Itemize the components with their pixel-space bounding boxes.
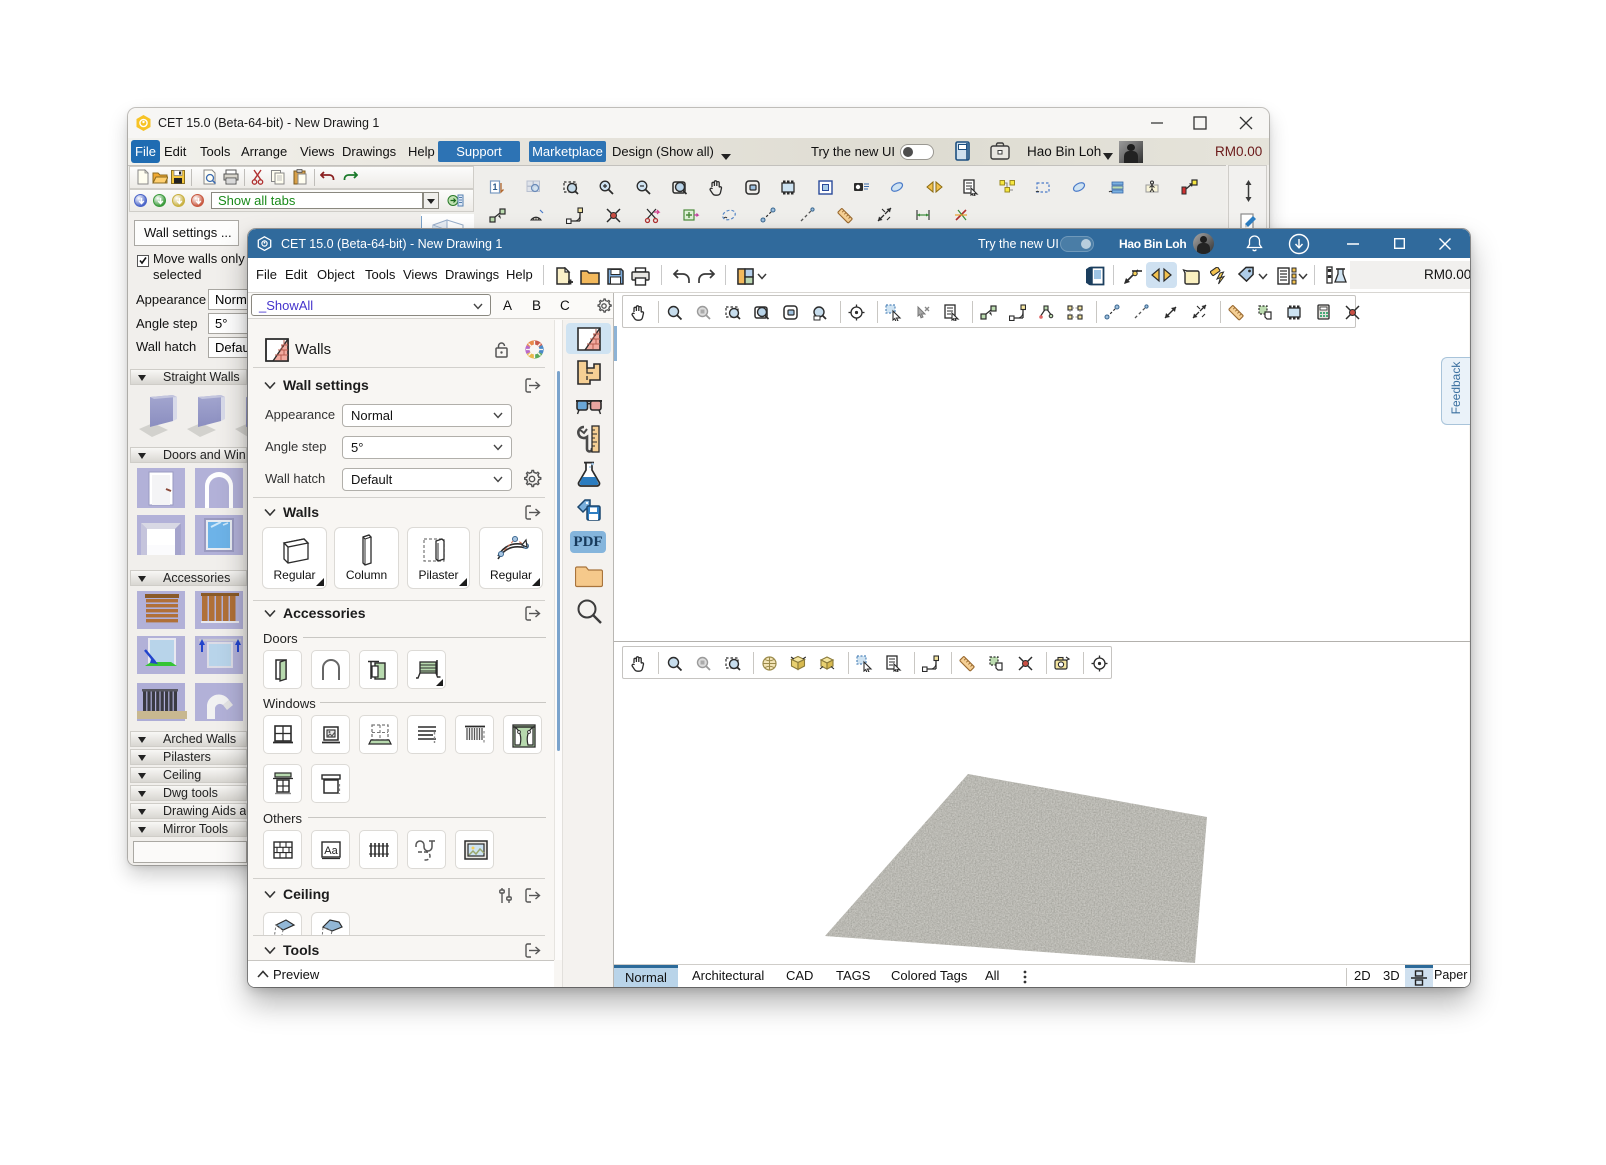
svg-text:1: 1 [492,182,497,192]
svg-text:Aa: Aa [324,845,338,857]
